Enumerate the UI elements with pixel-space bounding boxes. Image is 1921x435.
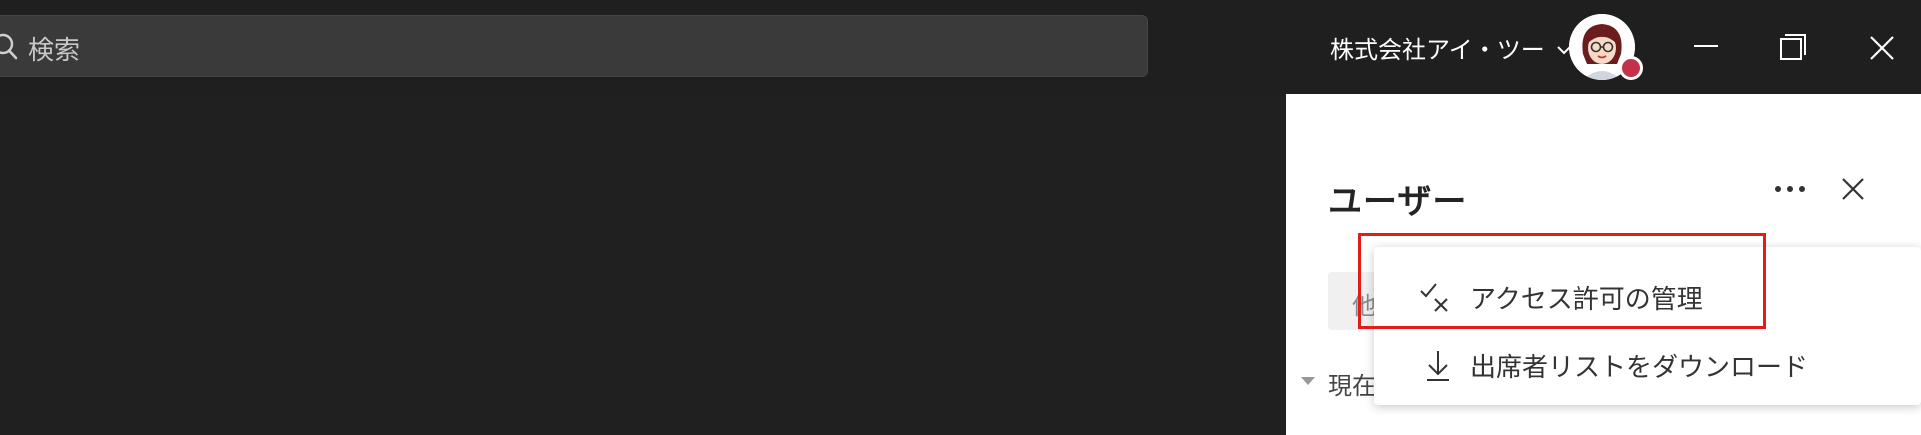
search-box[interactable]: 検索 (0, 15, 1148, 77)
download-icon (1427, 351, 1449, 381)
close-window-icon[interactable] (1858, 24, 1906, 72)
caret-down-icon[interactable] (1300, 376, 1316, 386)
org-switcher[interactable]: 株式会社アイ・ツー (1330, 30, 1573, 65)
title-bar: 検索 株式会社アイ・ツー (0, 0, 1921, 94)
restore-icon[interactable] (1770, 24, 1818, 72)
search-placeholder: 検索 (28, 36, 81, 66)
avatar[interactable] (1569, 14, 1643, 80)
search-icon (0, 33, 18, 60)
more-options-icon[interactable] (1770, 176, 1810, 202)
presence-status-icon (1619, 56, 1643, 80)
section-label: 現在 (1328, 372, 1376, 400)
close-icon[interactable] (1838, 174, 1868, 204)
highlight-annotation (1358, 233, 1766, 329)
panel-title: ユーザー (1328, 182, 1468, 222)
org-name: 株式会社アイ・ツー (1330, 36, 1545, 64)
menu-item-label: 出席者リストをダウンロード (1470, 353, 1809, 383)
meeting-stage (0, 94, 1286, 435)
menu-item-download-attendance[interactable]: 出席者リストをダウンロード (1374, 331, 1921, 397)
minimize-icon[interactable] (1682, 24, 1730, 72)
